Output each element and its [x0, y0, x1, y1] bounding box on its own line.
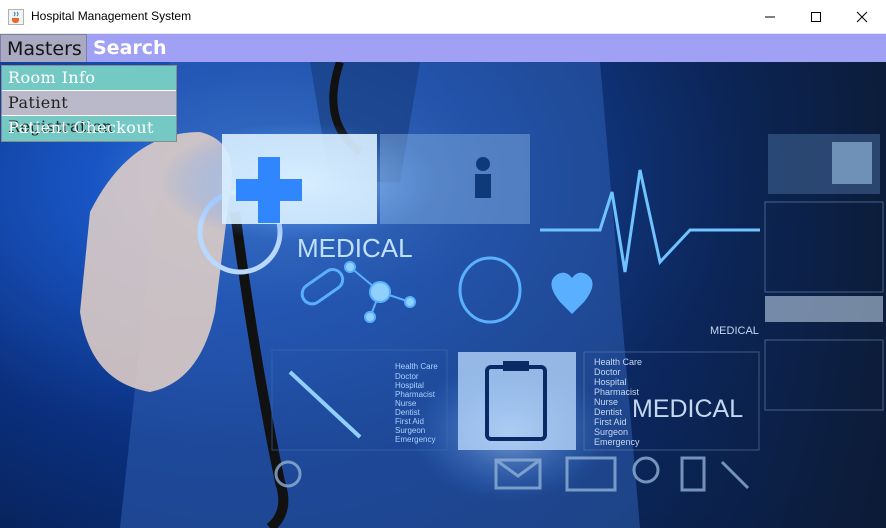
- svg-text:Emergency: Emergency: [594, 437, 640, 447]
- medical-label-top: MEDICAL: [297, 233, 413, 263]
- medical-label-right: MEDICAL: [710, 325, 759, 337]
- menu-item-room-info[interactable]: Room Info: [2, 66, 176, 91]
- maximize-button[interactable]: [793, 0, 839, 33]
- svg-text:Hospital: Hospital: [395, 381, 424, 390]
- svg-text:First Aid: First Aid: [594, 417, 627, 427]
- close-button[interactable]: [839, 0, 885, 33]
- svg-text:Doctor: Doctor: [395, 372, 419, 381]
- menu-search[interactable]: Search: [87, 34, 173, 62]
- maximize-icon: [811, 11, 821, 22]
- minimize-button[interactable]: [747, 0, 793, 33]
- svg-text:Nurse: Nurse: [395, 399, 417, 408]
- svg-text:Nurse: Nurse: [594, 397, 618, 407]
- svg-text:Pharmacist: Pharmacist: [395, 390, 436, 399]
- svg-text:First Aid: First Aid: [395, 417, 424, 426]
- title-bar: Hospital Management System: [0, 0, 886, 34]
- medical-label-bottom: MEDICAL: [632, 395, 743, 423]
- svg-text:Surgeon: Surgeon: [395, 426, 425, 435]
- svg-text:Health Care: Health Care: [594, 357, 642, 367]
- menu-item-patient-registration[interactable]: Patient Registration: [2, 91, 176, 136]
- svg-text:Dentist: Dentist: [594, 407, 623, 417]
- svg-text:Doctor: Doctor: [594, 367, 621, 377]
- svg-text:Health Care: Health Care: [395, 362, 438, 371]
- menu-masters[interactable]: Masters: [0, 34, 87, 62]
- svg-text:Hospital: Hospital: [594, 377, 627, 387]
- masters-dropdown: Room Info Patient Registration Patient C…: [1, 65, 177, 142]
- svg-text:Surgeon: Surgeon: [594, 427, 628, 437]
- menu-item-patient-checkout[interactable]: Patient Checkout: [2, 116, 176, 141]
- java-cup-icon: [8, 9, 24, 25]
- svg-text:Dentist: Dentist: [395, 408, 421, 417]
- close-icon: [856, 11, 868, 22]
- menu-bar: Masters Search: [0, 34, 886, 62]
- window-title: Hospital Management System: [31, 9, 192, 23]
- svg-text:Emergency: Emergency: [395, 435, 435, 444]
- minimize-icon: [765, 16, 775, 17]
